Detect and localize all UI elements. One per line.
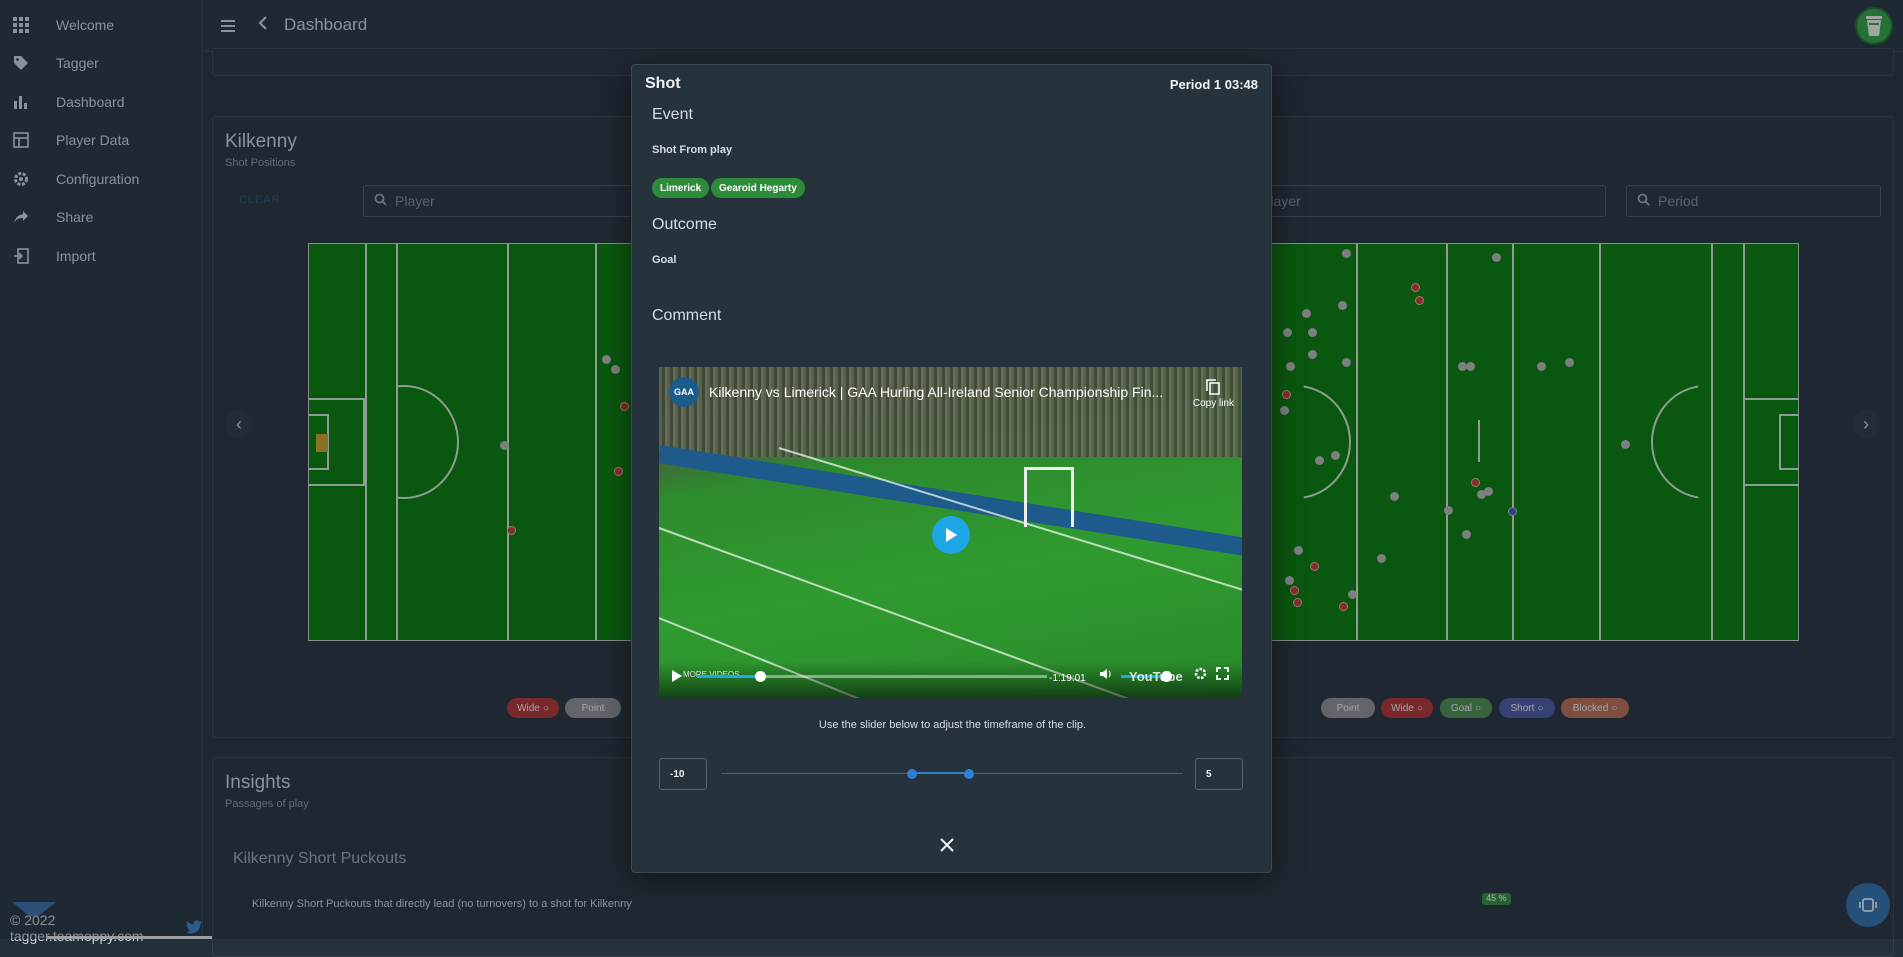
copy-icon — [1193, 379, 1234, 398]
modal-title: Shot — [645, 75, 681, 92]
team-tag: Limerick — [652, 178, 710, 198]
slider-hint: Use the slider below to adjust the timef… — [818, 719, 1087, 731]
video-progress-knob[interactable] — [755, 671, 766, 682]
volume-icon[interactable] — [1099, 667, 1113, 685]
play-icon[interactable] — [932, 516, 970, 554]
event-value: Shot From play — [652, 144, 733, 156]
clip-range-end-knob[interactable] — [964, 769, 974, 779]
outcome-value: Goal — [652, 254, 677, 266]
comment-heading: Comment — [652, 307, 722, 324]
video-progress-bar[interactable] — [697, 671, 1047, 682]
youtube-watermark[interactable]: YouTube — [1129, 669, 1183, 684]
settings-icon[interactable] — [1194, 667, 1207, 685]
player-tag: Gearoid Hegarty — [711, 178, 805, 198]
video-crowd — [659, 367, 1242, 457]
video-progress-fill — [697, 675, 760, 678]
event-heading: Event — [652, 106, 693, 123]
clip-start-input[interactable]: -10 — [659, 758, 707, 790]
video-time: -1:19:01 — [1049, 673, 1086, 684]
shot-modal: Shot Period 1 03:48 Event Shot From play… — [631, 64, 1272, 873]
control-play-icon[interactable] — [671, 669, 683, 688]
video-title[interactable]: Kilkenny vs Limerick | GAA Hurling All-I… — [709, 384, 1163, 400]
channel-logo[interactable]: GAA — [669, 377, 699, 407]
fullscreen-icon[interactable] — [1216, 667, 1229, 685]
goal-posts — [1024, 467, 1074, 527]
video-controls: MORE VIDEOS -1:19:01 YouTube — [659, 662, 1242, 698]
video-player[interactable]: GAA Kilkenny vs Limerick | GAA Hurling A… — [659, 367, 1242, 698]
copy-link-button[interactable]: Copy link — [1193, 379, 1234, 409]
clip-range-fill — [911, 772, 968, 774]
modal-period: Period 1 03:48 — [1169, 77, 1258, 92]
close-icon[interactable] — [940, 835, 954, 858]
clip-range-start-knob[interactable] — [907, 769, 917, 779]
clip-end-input[interactable]: 5 — [1195, 758, 1243, 790]
outcome-heading: Outcome — [652, 216, 717, 233]
